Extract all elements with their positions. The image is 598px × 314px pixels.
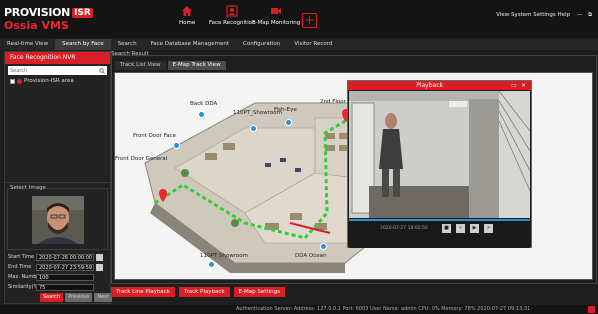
system-menu-label: View System Settings Help [496,12,571,18]
map-label-fish-eye: Fish-Eye [274,107,297,113]
nav-face-recognition-label: Face Recognition [209,20,256,26]
max-number-field[interactable]: 100 [36,273,94,281]
tab-emap-track-view[interactable]: E-Map Track View [167,61,226,70]
start-time-row: Start Time 2020-07-26 00:00:00 [8,253,103,261]
product-name: Ossia VMS [4,19,69,32]
result-view-tabs: Track List View E-Map Track View [115,61,228,70]
divider [5,182,110,183]
map-label-front-door-face: Front Door Face [133,133,177,139]
camera-marker-showroom[interactable] [250,125,257,132]
map-label-second-floor: 2nd Floor [320,99,346,105]
stop-icon[interactable]: ■ [442,224,451,233]
end-time-field[interactable]: 2020-07-27 23:59:59 [36,263,94,271]
camera-marker-fish-eye[interactable] [285,119,292,126]
video-camera-icon [271,8,282,14]
area-node-icon [17,78,22,84]
camera-marker-back-dda[interactable] [198,111,205,118]
playback-minimize-icon[interactable]: ▭ [511,83,516,89]
rewind-icon[interactable]: « [456,224,465,233]
brand-logo: PROVISION ISR Ossia VMS [4,6,93,32]
map-action-buttons: Track Line Playback Track Playback E-Map… [111,287,289,297]
playback-controls: 2020-07-27 18:02:50 ■ « ▶ » [349,218,530,248]
search-button-row: Search Previous Next [40,293,114,302]
tab-search[interactable]: Search [111,39,144,50]
app-window: PROVISION ISR Ossia VMS Home Face Recogn… [0,0,598,314]
tab-track-list-view[interactable]: Track List View [115,61,166,70]
tab-real-time-view[interactable]: Real-time View [0,39,55,50]
status-bar: Authentication Server: Address: 127.0.0.… [0,305,598,314]
tree-item-label: Provision-ISR area [24,78,74,84]
tab-visitor-record[interactable]: Visitor Record [287,39,339,50]
nav-face-recognition[interactable]: Face Recognition [209,5,256,33]
max-number-row: Max. Number 100 [8,273,94,281]
map-label-dda-ocean: DDA Ocean [295,253,327,259]
calendar-icon[interactable] [96,263,103,271]
camera-marker-bottom[interactable] [208,261,215,268]
playback-title: Playback [416,82,443,89]
emap-settings-button[interactable]: E-Map Settings [233,287,285,297]
brand-badge: ISR [72,7,93,18]
playback-timestamp: 2020-07-27 18:02:50 [380,226,428,231]
map-label-back-dda: Back DDA [190,101,218,107]
tab-face-database[interactable]: Face Database Management [144,39,236,50]
tab-configuration[interactable]: Configuration [236,39,287,50]
playback-close-icon[interactable]: ✕ [521,83,526,89]
playback-titlebar[interactable]: Playback ▭ ✕ [348,81,531,90]
map-label-front-door-general: Front Door General [115,156,168,162]
video-frame [349,91,530,218]
nav-emap-monitoring[interactable]: E-Map Monitoring [252,5,300,33]
calendar-icon[interactable] [96,253,103,261]
home-icon [182,6,193,16]
area-checkbox[interactable] [10,78,15,84]
start-time-label: Start Time [8,254,35,260]
tree-item-area[interactable]: Provision-ISR area [10,78,110,84]
start-time-field[interactable]: 2020-07-26 00:00:00 [36,253,94,261]
map-label-pt-bottom: 110PT Showroom [200,253,248,259]
similarity-field[interactable]: 75 [36,283,94,291]
select-image-label: Select Image [9,185,47,191]
status-text: Authentication Server: Address: 127.0.0.… [236,306,531,312]
face-photo [32,196,84,244]
face-recognition-icon [226,5,238,17]
tab-search-by-face[interactable]: Search by Face [55,39,111,50]
device-search-input[interactable] [10,67,90,74]
next-button[interactable]: Next [94,293,112,302]
similarity-label: Similarity(%) [8,284,41,290]
device-search-box [8,66,107,75]
playback-progress[interactable] [349,219,530,221]
search-button[interactable]: Search [40,293,64,302]
track-playback-button[interactable]: Track Playback [178,287,230,297]
nav-home-label: Home [179,20,196,26]
nav-home[interactable]: Home [179,5,195,33]
nvr-header: Face Recognition NVR [5,52,110,64]
max-number-label: Max. Number [8,274,42,280]
similarity-row: Similarity(%) 75 [8,283,94,291]
playback-window[interactable]: Playback ▭ ✕ 2020-07-27 18:02:50 ■ « ▶ » [347,80,532,248]
fast-forward-icon[interactable]: » [484,224,493,233]
camera-marker-front-door-face[interactable] [173,142,180,149]
end-time-row: End Time 2020-07-27 23:59:59 [8,263,103,271]
left-panel: Face Recognition NVR Provision-ISR area … [4,51,114,304]
brand-name: PROVISION [4,6,71,19]
minimize-icon[interactable]: — [577,12,583,18]
previous-button[interactable]: Previous [65,293,93,302]
selected-face-image[interactable] [32,196,84,244]
restore-icon[interactable]: ⧉ [588,12,592,18]
tab-bar: Real-time View Search by Face Search Fac… [0,39,598,50]
play-icon[interactable]: ▶ [470,224,479,233]
camera-marker-dda-ocean[interactable] [320,243,327,250]
end-time-label: End Time [8,264,32,270]
search-result-label: Search Result [111,51,149,57]
search-icon[interactable] [99,67,105,74]
nav-emap-label: E-Map Monitoring [252,20,301,26]
alarm-indicator-icon[interactable] [588,306,595,313]
add-tab-button[interactable]: + [302,13,317,28]
top-bar: PROVISION ISR Ossia VMS Home Face Recogn… [0,0,598,38]
playback-video[interactable] [349,91,530,218]
track-line-playback-button[interactable]: Track Line Playback [111,287,175,297]
system-menu[interactable]: View System Settings Help — ⧉ [496,12,592,19]
